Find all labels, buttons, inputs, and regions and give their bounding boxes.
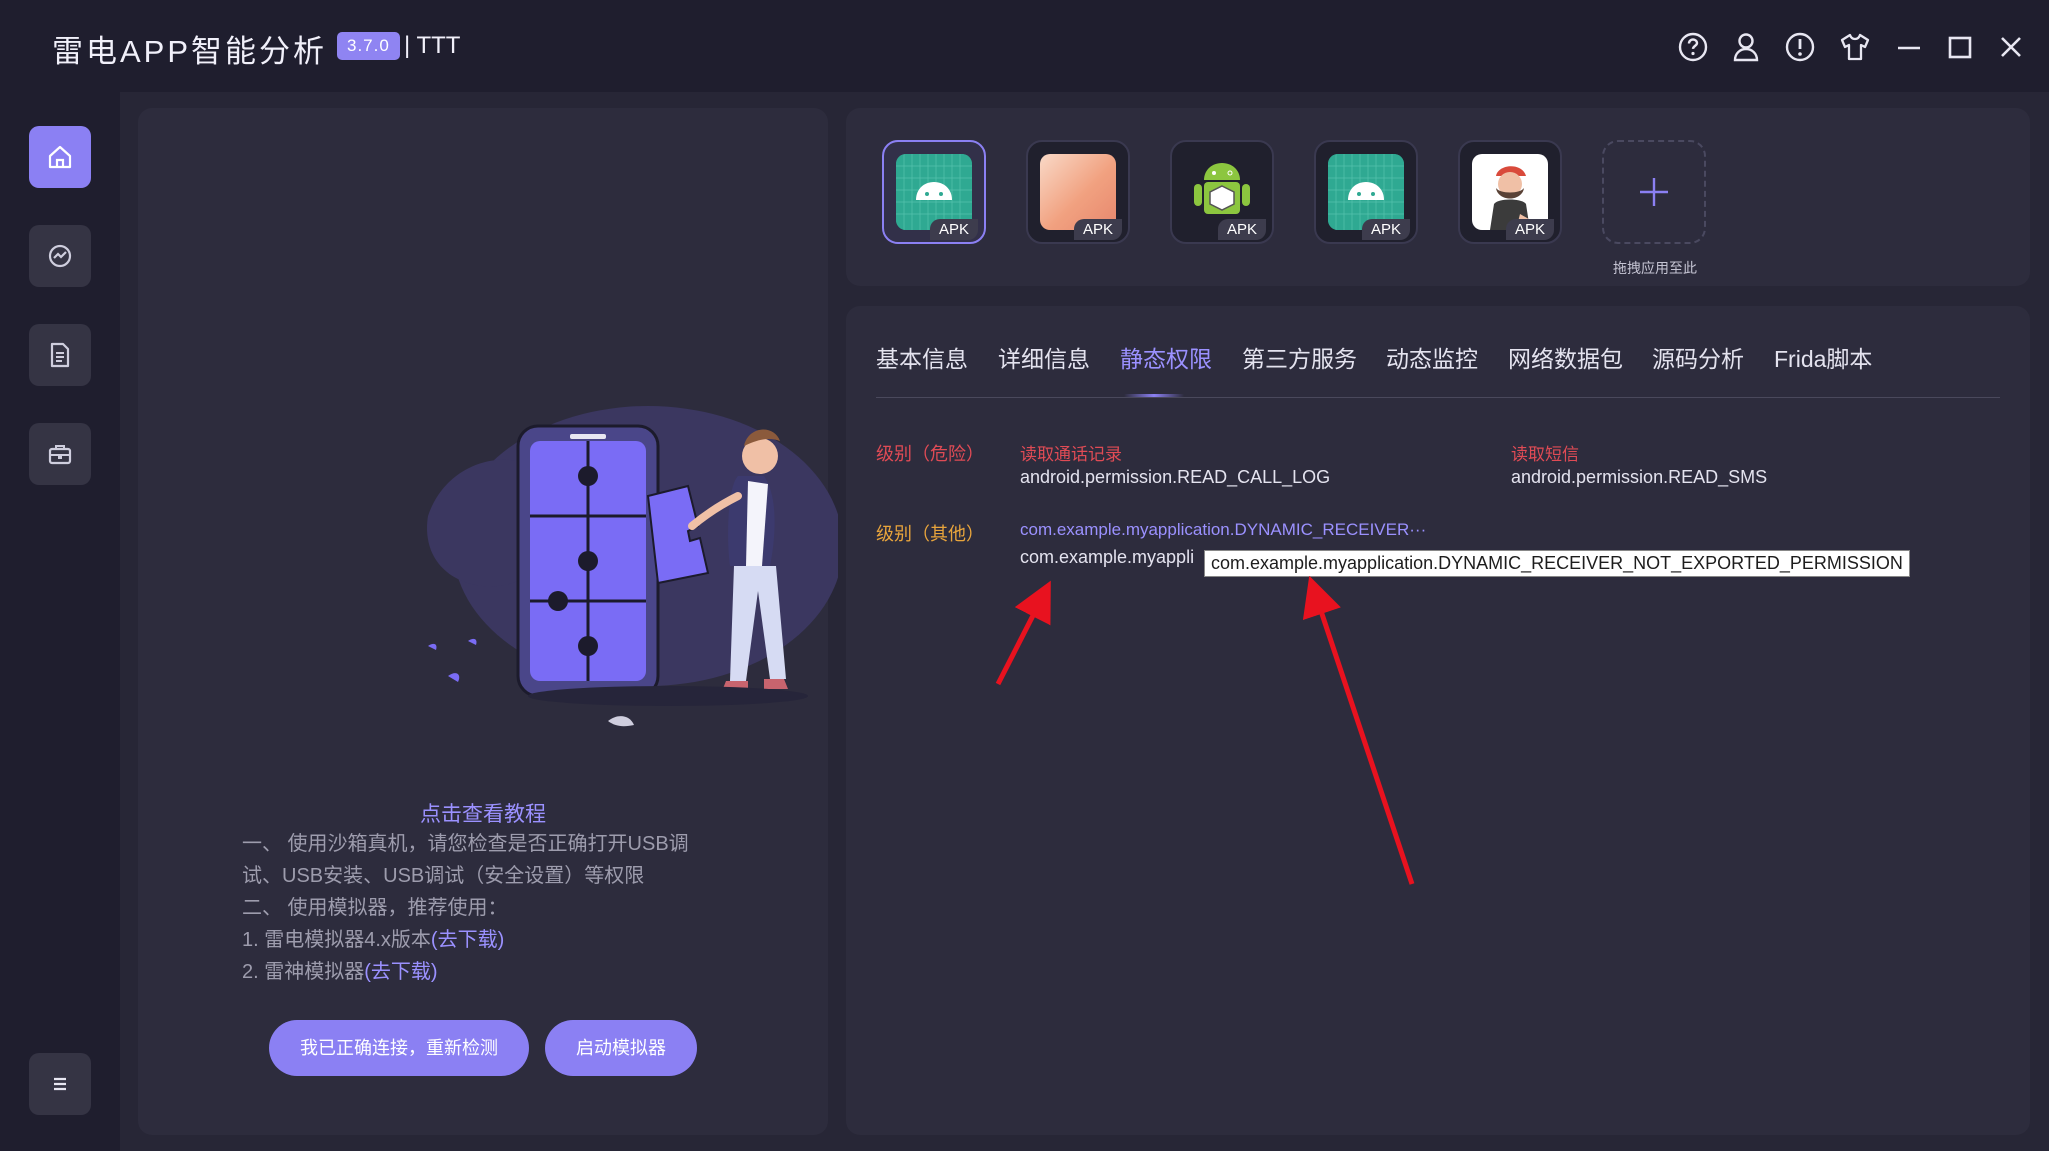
user-icon[interactable]: [1729, 30, 1763, 64]
download-link-leidian[interactable]: (去下载): [431, 929, 504, 951]
permission-tooltip: com.example.myapplication.DYNAMIC_RECEIV…: [1204, 550, 1910, 577]
apk-tag: APK: [1217, 219, 1266, 240]
tutorial-link[interactable]: 点击查看教程: [138, 798, 828, 828]
permission-name[interactable]: com.example.myapplication.DYNAMIC_RECEIV…: [1020, 520, 1426, 540]
permission-value: com.example.myappli: [1020, 547, 1195, 567]
start-emulator-button[interactable]: 启动模拟器: [545, 1020, 697, 1076]
download-link-leishen[interactable]: (去下载): [364, 961, 437, 983]
danger-level-label: 级别（危险）: [876, 444, 984, 464]
instruction-line: 二、 使用模拟器，推荐使用：: [242, 897, 508, 919]
tab-basic-info[interactable]: 基本信息: [876, 340, 968, 374]
help-icon[interactable]: [1676, 30, 1710, 64]
nav-toolbox-button[interactable]: [29, 423, 91, 485]
toolbox-icon: [48, 445, 72, 465]
info-icon[interactable]: [1783, 30, 1817, 64]
tab-divider: [876, 397, 2000, 398]
apk-tag: APK: [929, 219, 978, 240]
apk-tag: APK: [1073, 219, 1122, 240]
app-title: 雷电APP智能分析: [52, 34, 328, 69]
tab-dynamic-monitor[interactable]: 动态监控: [1386, 340, 1478, 374]
apk-strip: APK APK APK APK APK 拖拽应用至此: [846, 108, 2030, 286]
apk-tile[interactable]: APK: [1170, 140, 1274, 244]
permission-name: 读取通话记录: [1020, 445, 1122, 464]
permission-value: android.permission.READ_CALL_LOG: [1020, 467, 1331, 487]
apk-tile[interactable]: APK: [1458, 140, 1562, 244]
maximize-icon[interactable]: [1943, 30, 1977, 64]
add-apk-button[interactable]: [1602, 140, 1706, 244]
tab-network-packets[interactable]: 网络数据包: [1508, 340, 1623, 374]
tab-detail-info[interactable]: 详细信息: [998, 340, 1090, 374]
instruction-text: 2. 雷神模拟器: [242, 961, 365, 983]
plus-icon: [1640, 178, 1668, 206]
apk-tag: APK: [1361, 219, 1410, 240]
apk-tile[interactable]: APK: [1314, 140, 1418, 244]
instruction-line: 一、 使用沙箱真机，请您检查是否正确打开USB调: [242, 833, 689, 855]
instruction-line: 1. 雷电模拟器4.x版本(去下载): [242, 924, 504, 956]
other-level-label: 级别（其他）: [876, 524, 984, 544]
tab-third-party[interactable]: 第三方服务: [1242, 340, 1357, 374]
nav-menu-button[interactable]: [29, 1053, 91, 1115]
menu-icon: [54, 1077, 66, 1091]
apk-tile[interactable]: APK: [1026, 140, 1130, 244]
drop-hint: 拖拽应用至此: [1613, 260, 1697, 276]
instruction-text: 1. 雷电模拟器4.x版本: [242, 929, 431, 951]
apk-tag: APK: [1505, 219, 1554, 240]
report-icon: [50, 342, 70, 368]
connection-panel: 点击查看教程 一、 使用沙箱真机，请您检查是否正确打开USB调 试、USB安装、…: [138, 108, 838, 1135]
home-icon: [48, 145, 72, 169]
close-icon[interactable]: [1994, 30, 2028, 64]
tab-static-permissions[interactable]: 静态权限: [1120, 340, 1212, 374]
nav-home-button[interactable]: [29, 126, 91, 188]
puzzle-phone-illustration: [427, 406, 838, 727]
permission-value: android.permission.READ_SMS: [1511, 467, 1768, 487]
tab-source-analysis[interactable]: 源码分析: [1652, 340, 1744, 374]
instruction-line: 试、USB安装、USB调试（安全设置）等权限: [242, 865, 645, 887]
user-name: | TTT: [404, 32, 461, 59]
minimize-icon[interactable]: [1892, 30, 1926, 64]
nav-analysis-button[interactable]: [29, 225, 91, 287]
detail-panel: 基本信息 详细信息 静态权限 第三方服务 动态监控 网络数据包 源码分析 Fri…: [846, 306, 2030, 1135]
instruction-line: 2. 雷神模拟器(去下载): [242, 956, 438, 988]
skin-icon[interactable]: [1838, 30, 1872, 64]
permission-name: 读取短信: [1511, 445, 1579, 464]
nav-report-button[interactable]: [29, 324, 91, 386]
version-badge: 3.7.0: [337, 32, 400, 60]
reconnect-button[interactable]: 我已正确连接，重新检测: [269, 1020, 529, 1076]
apk-tile[interactable]: APK: [882, 140, 986, 244]
analysis-icon: [48, 244, 72, 268]
tab-frida-script[interactable]: Frida脚本: [1774, 340, 1872, 374]
